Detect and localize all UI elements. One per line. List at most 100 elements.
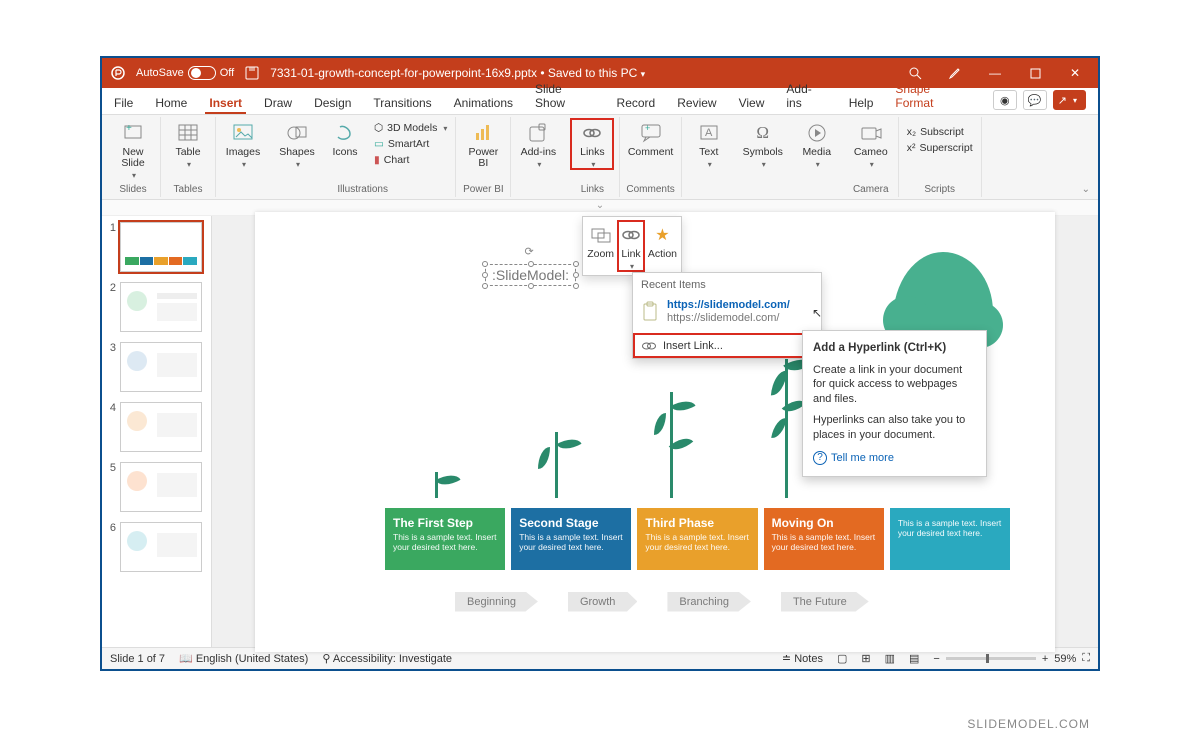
media-button[interactable]: Media (796, 119, 838, 169)
close-icon[interactable]: ✕ (1060, 63, 1090, 83)
shapes-button[interactable]: Shapes (276, 119, 318, 169)
slide-counter[interactable]: Slide 1 of 7 (110, 653, 165, 665)
tab-slideshow[interactable]: Slide Show (531, 78, 599, 114)
insert-link-item[interactable]: Insert Link... (633, 333, 821, 358)
accessibility-status[interactable]: ⚲ Accessibility: Investigate (322, 652, 452, 665)
thumb-3[interactable]: 3 (106, 342, 207, 392)
zoom-icon (589, 223, 613, 247)
tab-home[interactable]: Home (151, 92, 191, 114)
fit-icon[interactable]: ⛶ (1082, 652, 1090, 665)
tooltip-body: Hyperlinks can also take you to places i… (813, 413, 976, 443)
svg-text:A: A (705, 127, 713, 139)
tab-view[interactable]: View (735, 92, 769, 114)
superscript-button[interactable]: x²Superscript (905, 141, 975, 155)
link-icon (580, 121, 604, 145)
comment-button[interactable]: + Comment (630, 119, 672, 158)
group-slides: + New Slide Slides (106, 117, 161, 197)
edit-area[interactable]: ⟳ :SlideModel: (212, 216, 1098, 647)
link-button[interactable]: Link (618, 221, 644, 271)
links-gallery-popup: Zoom Link ★ Action (582, 216, 682, 276)
zoom-slider[interactable] (946, 657, 1036, 660)
thumb-6[interactable]: 6 (106, 522, 207, 572)
tab-file[interactable]: File (110, 92, 137, 114)
tab-shape-format[interactable]: Shape Format (891, 78, 974, 114)
language-status[interactable]: 📖 English (United States) (179, 652, 308, 665)
tooltip-title: Add a Hyperlink (Ctrl+K) (813, 342, 946, 354)
zoom-button[interactable]: Zoom (587, 221, 614, 271)
text-button[interactable]: A Text (688, 119, 730, 169)
view-reading-icon[interactable]: ▥ (885, 652, 895, 665)
links-button[interactable]: Links (571, 119, 613, 169)
superscript-icon: x² (907, 142, 916, 154)
plant-graphic (785, 352, 788, 502)
tab-design[interactable]: Design (310, 92, 355, 114)
subscript-button[interactable]: x₂Subscript (905, 125, 975, 139)
maximize-icon[interactable] (1020, 63, 1050, 83)
tab-insert[interactable]: Insert (205, 92, 246, 114)
powerbi-button[interactable]: Power BI (462, 119, 504, 169)
symbols-button[interactable]: Ω Symbols (742, 119, 784, 169)
3d-models-button[interactable]: ⬡3D Models (372, 121, 449, 135)
images-button[interactable]: Images (222, 119, 264, 169)
cursor-icon: ↖ (812, 306, 822, 320)
camera-icon (859, 121, 883, 145)
view-normal-icon[interactable]: ▢ (837, 652, 847, 665)
zoom-out-icon[interactable]: − (933, 653, 939, 665)
stage-card[interactable]: Third PhaseThis is a sample text. Insert… (637, 508, 757, 570)
group-tables: Table Tables (161, 117, 216, 197)
action-button[interactable]: ★ Action (648, 221, 677, 271)
minimize-icon[interactable]: — (980, 63, 1010, 83)
cameo-button[interactable]: Cameo (850, 119, 892, 169)
autosave-toggle[interactable]: AutoSave Off (136, 66, 234, 80)
stages-row: The First StepThis is a sample text. Ins… (385, 508, 1010, 570)
table-button[interactable]: Table (167, 119, 209, 169)
zoom-percent[interactable]: 59% (1054, 653, 1076, 665)
ribbon-tabs: File Home Insert Draw Design Transitions… (102, 88, 1098, 115)
thumb-1[interactable]: 1 (106, 222, 207, 272)
tab-transitions[interactable]: Transitions (369, 92, 435, 114)
plant-graphic (670, 392, 673, 502)
group-images: Images (216, 117, 270, 197)
ribbon-chevron-icon[interactable]: ⌄ (1078, 182, 1094, 197)
chart-button[interactable]: ▮Chart (372, 153, 449, 167)
comment-icon: + (639, 121, 663, 145)
tell-me-more-link[interactable]: ?Tell me more (813, 451, 976, 466)
thumb-5[interactable]: 5 (106, 462, 207, 512)
smartart-button[interactable]: ▭SmartArt (372, 137, 449, 151)
new-slide-button[interactable]: + New Slide (112, 119, 154, 180)
addins-button[interactable]: Add-ins (517, 119, 559, 169)
link-dropdown-menu: Recent Items https://slidemodel.com/http… (632, 272, 822, 359)
tab-help[interactable]: Help (845, 92, 878, 114)
group-symbols: Ω Symbols (736, 117, 790, 197)
rotate-handle-icon[interactable]: ⟳ (525, 245, 537, 257)
group-addins: Add-ins (511, 117, 565, 197)
view-slideshow-icon[interactable]: ▤ (909, 652, 919, 665)
icons-button[interactable]: Icons (324, 119, 366, 158)
svg-text:+: + (126, 123, 132, 134)
stage-card[interactable]: The First StepThis is a sample text. Ins… (385, 508, 505, 570)
tab-animations[interactable]: Animations (450, 92, 517, 114)
tab-review[interactable]: Review (673, 92, 720, 114)
tab-addins[interactable]: Add-ins (782, 78, 830, 114)
stage-card[interactable]: Moving OnThis is a sample text. Insert y… (764, 508, 884, 570)
notes-toggle[interactable]: ≐ Notes (782, 652, 823, 665)
watermark: SLIDEMODEL.COM (967, 717, 1090, 731)
recent-link-item[interactable]: https://slidemodel.com/https://slidemode… (633, 297, 821, 333)
share-button[interactable]: ↗ ▾ (1053, 90, 1086, 110)
view-sorter-icon[interactable]: ⊞ (861, 652, 870, 665)
selected-textbox[interactable]: ⟳ :SlideModel: (485, 264, 576, 286)
tab-record[interactable]: Record (613, 92, 660, 114)
app-window: AutoSave Off 7331-01-growth-concept-for-… (100, 56, 1100, 671)
camera-button[interactable]: ◉ (993, 90, 1017, 110)
zoom-in-icon[interactable]: + (1042, 653, 1048, 665)
comments-button[interactable]: 💬 (1023, 90, 1047, 110)
stage-card[interactable]: Second StageThis is a sample text. Inser… (511, 508, 631, 570)
save-icon[interactable] (244, 65, 260, 81)
thumb-4[interactable]: 4 (106, 402, 207, 452)
thumbnail-panel[interactable]: 1 2 3 4 5 6 (102, 216, 212, 647)
zoom-control[interactable]: − + 59% ⛶ (933, 652, 1090, 665)
icons-icon (333, 121, 357, 145)
tab-draw[interactable]: Draw (260, 92, 296, 114)
stage-card[interactable]: This is a sample text. Insert your desir… (890, 508, 1010, 570)
thumb-2[interactable]: 2 (106, 282, 207, 332)
